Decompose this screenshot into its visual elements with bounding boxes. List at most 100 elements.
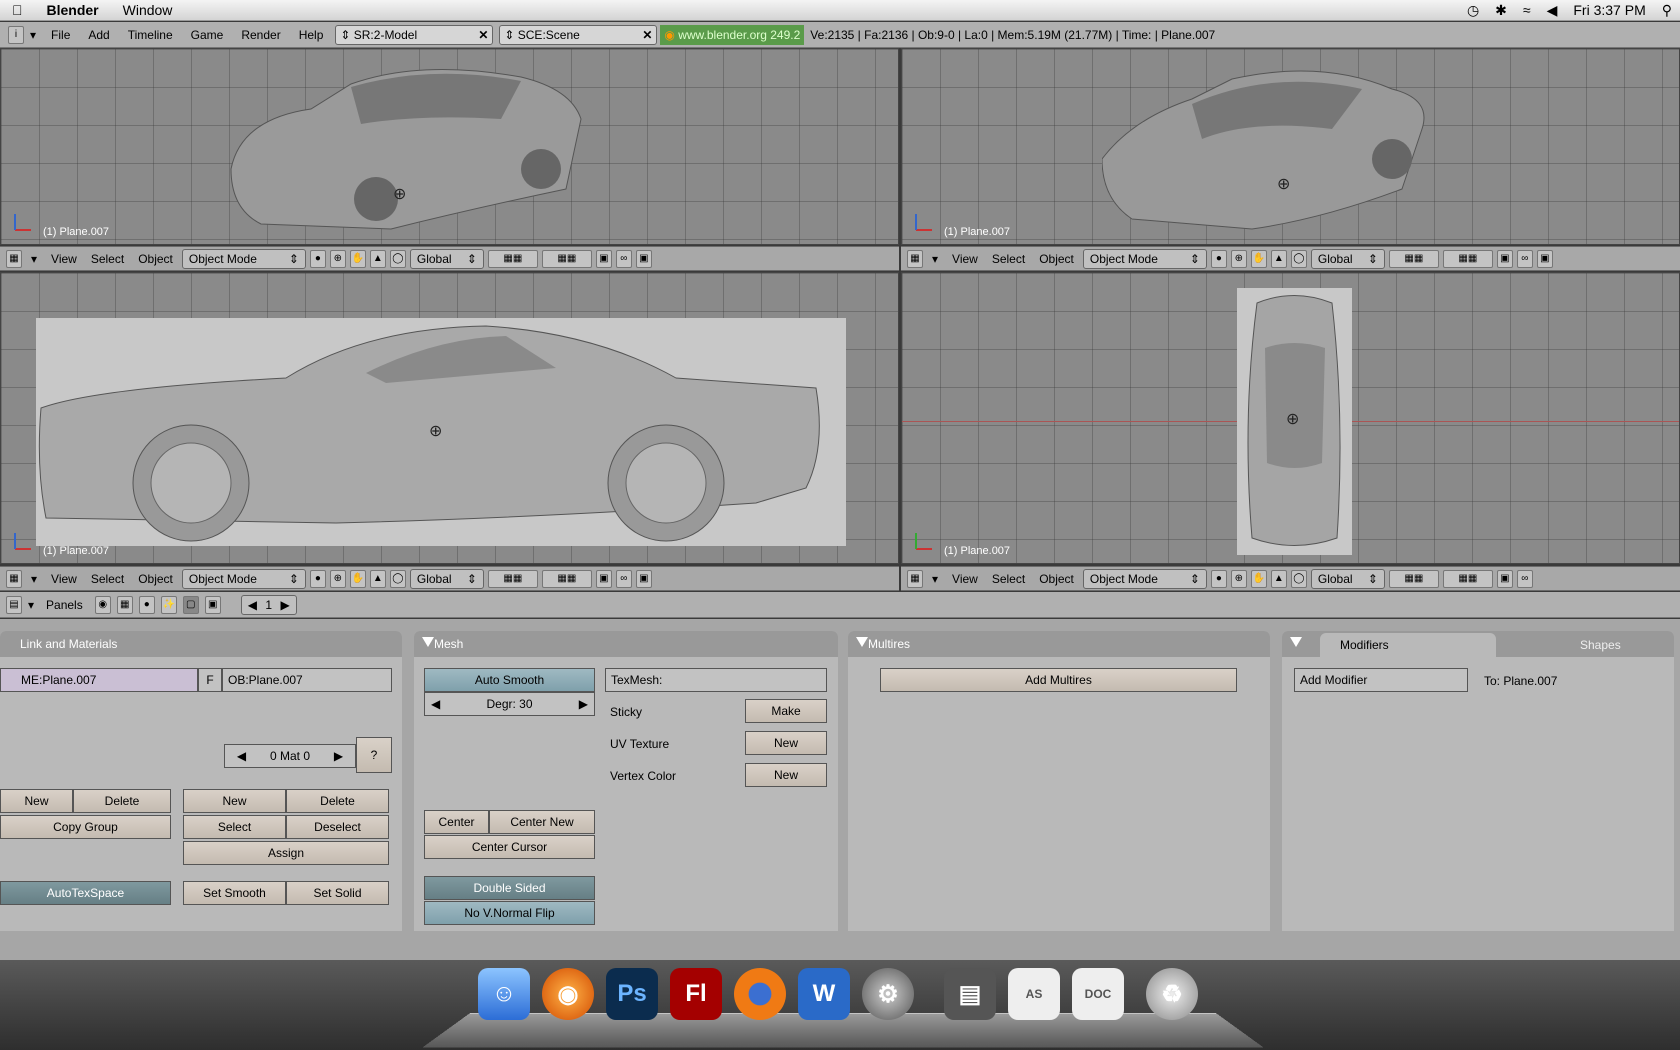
center-new-button[interactable]: Center New [489,810,595,834]
menu-view[interactable]: View [46,252,82,266]
menu-select[interactable]: Select [987,572,1030,586]
autotexspace-toggle[interactable]: AutoTexSpace [0,881,171,905]
translate-icon[interactable]: ▲ [1270,569,1287,588]
time-machine-icon[interactable]: ◷ [1459,0,1487,21]
arrow-right-icon[interactable]: ▶ [281,598,290,612]
menu-object[interactable]: Object [133,572,178,586]
uv-texture-new-button[interactable]: New [745,731,827,755]
volume-icon[interactable]: ◀ [1539,0,1566,21]
trash-icon[interactable]: ♻ [1146,968,1198,1020]
menu-select[interactable]: Select [987,252,1030,266]
scene-context-icon[interactable]: ▣ [204,595,221,614]
viewport-perspective-left[interactable]: ⊕ (1) Plane.007 [0,48,899,245]
panel-header[interactable]: Mesh [414,631,838,657]
photoshop-icon[interactable]: Ps [606,968,658,1020]
firefox-icon[interactable]: ◉ [542,968,594,1020]
panel-header[interactable]: Link and Materials [0,631,402,657]
menu-object[interactable]: Object [133,252,178,266]
viewport-top[interactable]: ⊕ (1) Plane.007 [901,272,1680,564]
snap-icon[interactable]: ∞ [1516,249,1533,268]
add-multires-button[interactable]: Add Multires [880,668,1237,692]
layers-icon[interactable]: ▦▦ [487,249,538,268]
shading-icon[interactable]: ● [309,249,326,268]
chevron-down-icon[interactable]: ▾ [28,598,34,612]
editor-type-icon[interactable]: ▦ [907,569,923,588]
set-smooth-button[interactable]: Set Smooth [183,881,286,905]
chevron-down-icon[interactable]: ▾ [927,252,943,266]
panel-header[interactable]: Multires [848,631,1270,657]
editor-type-icon[interactable]: ▦ [907,249,923,268]
frame-stepper[interactable]: ◀ 1 ▶ [240,594,297,615]
vertex-color-new-button[interactable]: New [745,763,827,787]
mode-select[interactable]: Object Mode ⇕ [181,248,306,269]
material-delete-button[interactable]: Delete [286,789,389,813]
lock-icon[interactable]: ▣ [1496,569,1513,588]
object-name-field[interactable]: OB:Plane.007 [222,668,392,692]
finder-icon[interactable]: ☺ [478,968,530,1020]
orientation-select[interactable]: Global ⇕ [409,248,484,269]
lock-icon[interactable]: ▣ [595,569,612,588]
editor-type-icon[interactable]: ▦ [6,249,22,268]
word-icon[interactable]: W [798,968,850,1020]
pivot-icon[interactable]: ⊕ [329,249,346,268]
vgroup-delete-button[interactable]: Delete [73,789,171,813]
clock[interactable]: Fri 3:37 PM [1565,0,1653,21]
double-sided-toggle[interactable]: Double Sided [424,876,595,900]
panels-menu[interactable]: Panels [40,598,89,612]
3d-cursor-icon[interactable]: ⊕ [1286,409,1299,429]
spotlight-icon[interactable]: ⚲ [1654,0,1680,21]
manipulator-icon[interactable]: ✋ [349,249,366,268]
orientation-select[interactable]: Global ⇕ [409,568,484,589]
render-icon[interactable]: ▣ [1536,249,1553,268]
material-new-button[interactable]: New [183,789,286,813]
editor-type-icon[interactable]: ▤ [6,595,22,614]
layers-icon[interactable]: ▦▦ [487,569,538,588]
menu-window[interactable]: Window [111,0,185,21]
manipulator-icon[interactable]: ✋ [349,569,366,588]
lock-icon[interactable]: ▣ [1496,249,1513,268]
collapse-triangle-icon[interactable] [856,637,868,647]
menu-view[interactable]: View [947,252,983,266]
snap-icon[interactable]: ∞ [615,249,632,268]
translate-icon[interactable]: ▲ [1270,249,1287,268]
menu-add[interactable]: Add [79,23,118,47]
material-index-stepper[interactable]: ◀ 0 Mat 0 ▶ [224,744,356,768]
collapse-triangle-icon[interactable] [422,637,434,647]
layers-icon[interactable]: ▦▦ [1388,569,1439,588]
3d-cursor-icon[interactable]: ⊕ [1277,174,1290,194]
arrow-right-icon[interactable]: ▶ [579,697,588,711]
arrow-left-icon[interactable]: ◀ [431,697,440,711]
viewport-perspective-right[interactable]: ⊕ (1) Plane.007 [901,48,1680,245]
layers-icon[interactable]: ▦▦ [1442,249,1493,268]
mesh-datablock-field[interactable]: ME:Plane.007 [0,668,198,692]
mode-select[interactable]: Object Mode ⇕ [1082,248,1207,269]
no-vnormal-flip-toggle[interactable]: No V.Normal Flip [424,901,595,925]
auto-smooth-toggle[interactable]: Auto Smooth [424,668,595,692]
translate-icon[interactable]: ▲ [369,249,386,268]
center-cursor-button[interactable]: Center Cursor [424,835,595,859]
tab-shapes[interactable]: Shapes [1500,633,1670,657]
menu-game[interactable]: Game [182,23,233,47]
menu-view[interactable]: View [46,572,82,586]
menu-timeline[interactable]: Timeline [119,23,182,47]
3d-cursor-icon[interactable]: ⊕ [429,421,442,441]
menu-object[interactable]: Object [1034,252,1079,266]
collapse-triangle-icon[interactable] [1290,637,1302,647]
app-menu-blender[interactable]: Blender [35,0,111,21]
lock-icon[interactable]: ▣ [595,249,612,268]
vgroup-new-button[interactable]: New [0,789,73,813]
arrow-right-icon[interactable]: ▶ [334,749,343,763]
bluetooth-icon[interactable]: ✱ [1487,0,1515,21]
rotate-icon[interactable]: ◯ [1290,249,1307,268]
menu-render[interactable]: Render [232,23,289,47]
shading-icon[interactable]: ● [1210,249,1227,268]
rotate-icon[interactable]: ◯ [389,249,406,268]
menu-file[interactable]: File [42,23,79,47]
shading-context-icon[interactable]: ● [138,595,155,614]
manipulator-icon[interactable]: ✋ [1250,569,1267,588]
blender-url-badge[interactable]: ◉ www.blender.org 249.2 [660,24,805,45]
layers-icon[interactable]: ▦▦ [1388,249,1439,268]
manipulator-icon[interactable]: ✋ [1250,249,1267,268]
editor-type-icon[interactable]: ▦ [6,569,22,588]
screen-selector[interactable]: ⇕ SR:2-Model ✕ [335,24,494,45]
